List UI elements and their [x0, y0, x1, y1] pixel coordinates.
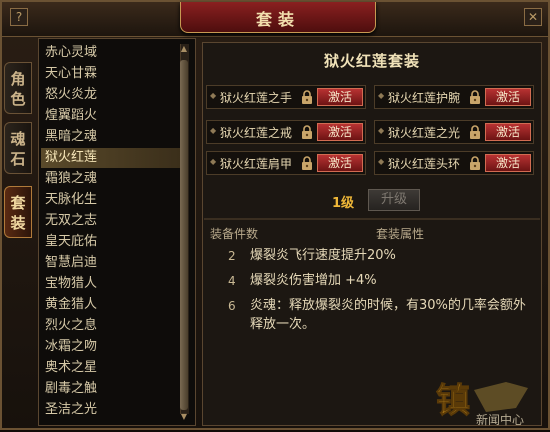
- site-watermark-logo: 镇 新闻中心: [436, 368, 546, 428]
- lock-icon: [299, 89, 315, 105]
- set-list-item[interactable]: 天心甘霖: [45, 64, 97, 84]
- piece-name: 狱火红莲护腕: [388, 91, 461, 105]
- svg-text:新闻中心: 新闻中心: [476, 412, 524, 427]
- set-piece-slot: ◆ 狱火红莲之手 激活: [206, 85, 366, 109]
- tab-soulstone[interactable]: 魂石: [4, 122, 32, 174]
- set-list-item[interactable]: 无双之志: [45, 211, 97, 231]
- diamond-bullet-icon: ◆: [210, 126, 217, 135]
- piece-name: 狱火红莲之手: [220, 91, 293, 105]
- diamond-bullet-icon: ◆: [378, 157, 385, 166]
- lock-icon: [299, 124, 315, 140]
- activate-button[interactable]: 激活: [485, 88, 531, 106]
- set-list-item[interactable]: 霜狼之魂: [45, 169, 97, 189]
- set-piece-slot: ◆ 狱火红莲头环 激活: [374, 151, 534, 175]
- bonus-count: 4: [228, 274, 236, 288]
- divider: [204, 218, 540, 220]
- lock-icon: [467, 155, 483, 171]
- set-list-item[interactable]: 奥术之星: [45, 358, 97, 378]
- set-piece-slot: ◆ 狱火红莲之戒 激活: [206, 120, 366, 144]
- set-list-item[interactable]: 怒火炎龙: [45, 85, 97, 105]
- activate-button[interactable]: 激活: [317, 88, 363, 106]
- diamond-bullet-icon: ◆: [210, 91, 217, 100]
- activate-button[interactable]: 激活: [485, 123, 531, 141]
- set-list-item[interactable]: 宝物猎人: [45, 274, 97, 294]
- set-list-item[interactable]: 黑暗之魂: [45, 127, 97, 147]
- svg-text:镇: 镇: [436, 381, 470, 421]
- set-list-item[interactable]: 黄金猎人: [45, 295, 97, 315]
- set-list-item[interactable]: 烈火之息: [45, 316, 97, 336]
- diamond-bullet-icon: ◆: [378, 126, 385, 135]
- scrollbar-thumb[interactable]: [180, 60, 188, 410]
- attr-header-attr: 套装属性: [376, 227, 425, 241]
- piece-name: 狱火红莲之光: [388, 126, 461, 140]
- set-level: 1级: [332, 196, 355, 211]
- tab-suit[interactable]: 套装: [4, 186, 32, 238]
- set-piece-slot: ◆ 狱火红莲肩甲 激活: [206, 151, 366, 175]
- help-icon[interactable]: ?: [10, 8, 28, 26]
- bonus-count: 6: [228, 299, 236, 313]
- activate-button[interactable]: 激活: [317, 154, 363, 172]
- window-title: 套装: [255, 10, 300, 29]
- bonus-count: 2: [228, 249, 236, 263]
- set-piece-slot: ◆ 狱火红莲之光 激活: [374, 120, 534, 144]
- diamond-bullet-icon: ◆: [378, 91, 385, 100]
- set-piece-slot: ◆ 狱火红莲护腕 激活: [374, 85, 534, 109]
- set-list-item[interactable]: 狱火红莲: [41, 148, 183, 168]
- lock-icon: [467, 124, 483, 140]
- bonus-text: 炎魂：释放爆裂炎的时候，有30%的几率会额外释放一次。: [250, 298, 526, 332]
- close-icon[interactable]: ✕: [524, 8, 542, 26]
- diamond-bullet-icon: ◆: [210, 157, 217, 166]
- title-plate: 套装: [180, 2, 376, 33]
- set-list-item[interactable]: 天脉化生: [45, 190, 97, 210]
- piece-name: 狱火红莲肩甲: [220, 157, 293, 171]
- bonus-text: 爆裂炎飞行速度提升20%: [250, 248, 396, 263]
- set-name-title: 狱火红莲套装: [323, 52, 420, 70]
- lock-icon: [299, 155, 315, 171]
- piece-name: 狱火红莲之戒: [220, 126, 293, 140]
- lock-icon: [467, 89, 483, 105]
- set-list-item[interactable]: 赤心灵域: [45, 43, 97, 63]
- set-list-item[interactable]: 智慧启迪: [45, 253, 97, 273]
- piece-name: 狱火红莲头环: [388, 157, 461, 171]
- set-list: 赤心灵域 天心甘霖 怒火炎龙 煌翼蹈火 黑暗之魂 狱火红莲 霜狼之魂 天脉化生 无双之志 皇天庇佑…: [38, 38, 196, 426]
- bonus-text: 爆裂炎伤害增加 +4%: [250, 273, 377, 288]
- set-list-item[interactable]: 剧毒之触: [45, 379, 97, 399]
- activate-button[interactable]: 激活: [485, 154, 531, 172]
- set-list-item[interactable]: 皇天庇佑: [45, 232, 97, 252]
- set-list-item[interactable]: 冰霜之吻: [45, 337, 97, 357]
- tab-character[interactable]: 角色: [4, 62, 32, 114]
- scroll-up-icon[interactable]: ▲: [179, 44, 189, 54]
- scroll-down-icon[interactable]: ▼: [179, 412, 189, 422]
- set-list-item[interactable]: 圣洁之光: [45, 400, 97, 420]
- upgrade-button[interactable]: 升级: [368, 189, 420, 211]
- set-list-item[interactable]: 煌翼蹈火: [45, 106, 97, 126]
- activate-button[interactable]: 激活: [317, 123, 363, 141]
- attr-header-count: 装备件数: [210, 227, 259, 241]
- title-bar: ? 套装 ✕: [2, 2, 548, 37]
